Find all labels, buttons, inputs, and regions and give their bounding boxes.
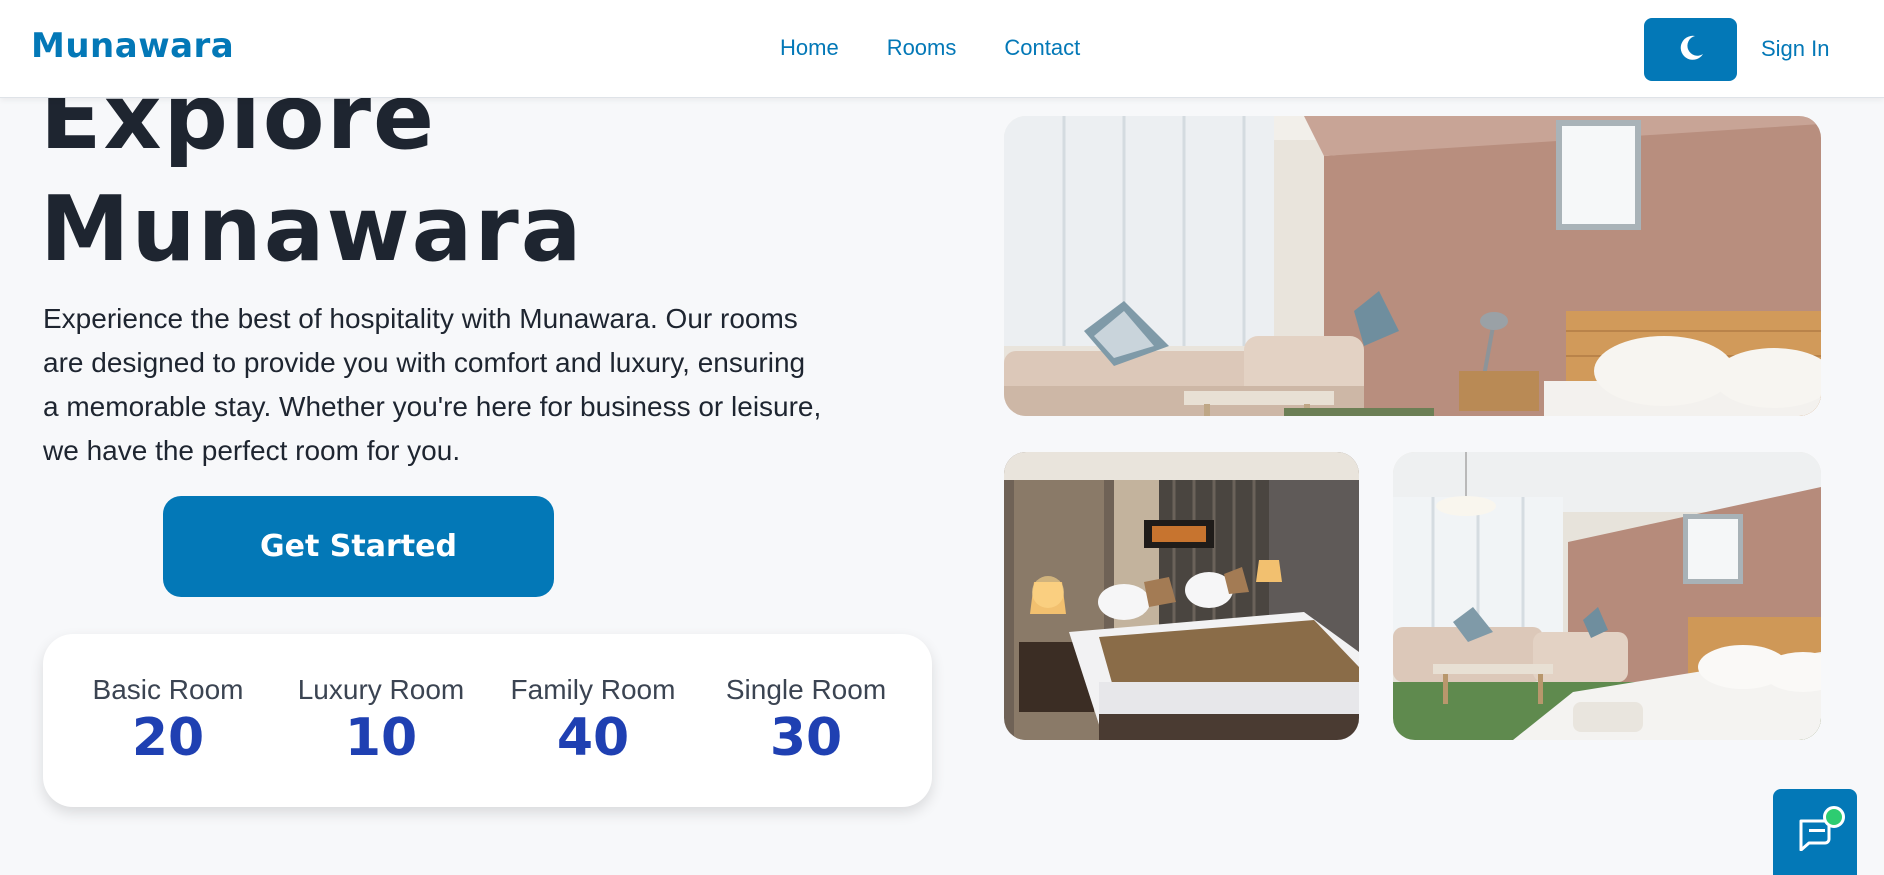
navbar: Munawara Home Rooms Contact Sign In <box>0 0 1884 98</box>
get-started-button[interactable]: Get Started <box>163 496 554 597</box>
room-photo-family <box>1393 452 1821 740</box>
online-status-dot <box>1823 806 1845 828</box>
brand-logo[interactable]: Munawara <box>31 26 234 66</box>
stat-label: Basic Room <box>92 674 244 705</box>
stat-label: Luxury Room <box>297 674 465 705</box>
sign-in-link[interactable]: Sign In <box>1761 36 1830 62</box>
stat-value: 30 <box>769 708 843 768</box>
stat-value: 40 <box>556 708 630 768</box>
moon-icon <box>1676 33 1706 66</box>
stat-value: 20 <box>131 708 205 768</box>
chat-button[interactable] <box>1773 789 1857 875</box>
hero-title-line-2: Munawara <box>40 177 584 282</box>
stat-luxury-room: Luxury Room 10 <box>281 674 481 768</box>
nav-link-rooms[interactable]: Rooms <box>887 35 957 61</box>
room-photo-luxury <box>1004 452 1359 740</box>
room-stats-card: Basic Room 20 Luxury Room 10 Family Room… <box>43 634 932 807</box>
theme-toggle-button[interactable] <box>1644 18 1737 81</box>
room-photo-main <box>1004 116 1821 416</box>
nav-links: Home Rooms Contact <box>780 35 1080 61</box>
stat-single-room: Single Room 30 <box>706 674 906 768</box>
stat-label: Single Room <box>725 674 887 705</box>
stat-family-room: Family Room 40 <box>493 674 693 768</box>
nav-link-home[interactable]: Home <box>780 35 839 61</box>
stat-value: 10 <box>344 708 418 768</box>
stat-label: Family Room <box>510 674 676 705</box>
nav-link-contact[interactable]: Contact <box>1004 35 1080 61</box>
hero-description: Experience the best of hospitality with … <box>43 303 822 466</box>
stat-basic-room: Basic Room 20 <box>68 674 268 768</box>
